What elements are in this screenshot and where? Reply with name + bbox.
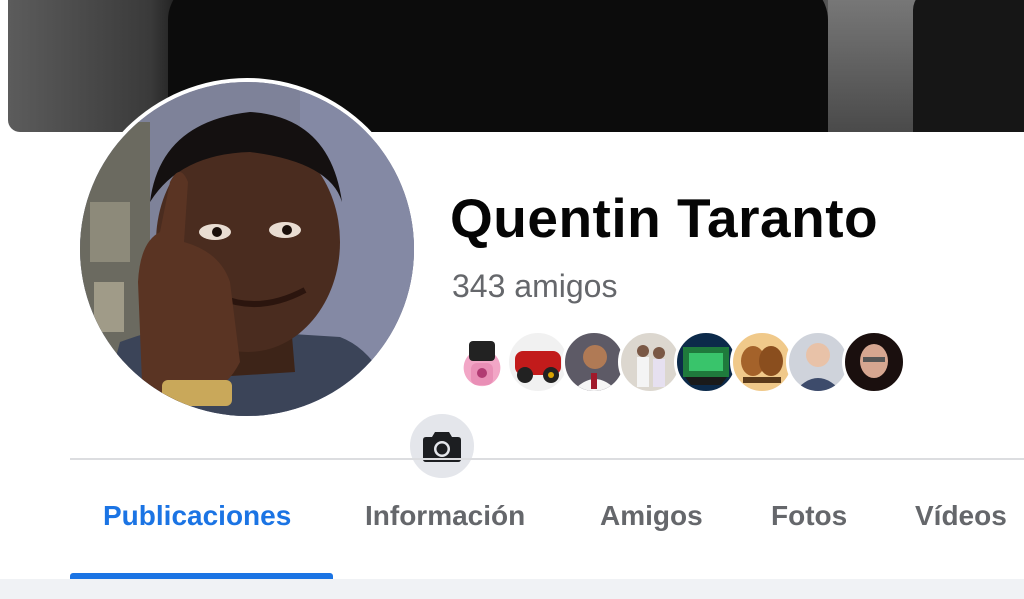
friend-avatar-image	[515, 351, 561, 383]
friend-avatar[interactable]	[618, 330, 682, 394]
friend-avatar-image	[860, 344, 888, 378]
camera-button[interactable]	[406, 410, 478, 482]
profile-picture[interactable]	[80, 82, 414, 416]
friend-avatar[interactable]	[562, 330, 626, 394]
friends-count[interactable]: 343 amigos	[452, 268, 617, 305]
friend-avatar-image	[741, 346, 783, 383]
tab-informacion[interactable]: Información	[365, 500, 525, 532]
friend-avatar[interactable]	[674, 330, 738, 394]
profile-picture-frame	[76, 78, 478, 482]
friend-avatar-image	[469, 341, 495, 385]
friend-avatar-image	[795, 343, 841, 391]
friend-avatar[interactable]	[842, 330, 906, 394]
cover-photo-figure-right	[913, 0, 1024, 132]
cover-photo-background	[828, 0, 918, 132]
profile-picture-image	[80, 82, 414, 416]
friend-avatars-row[interactable]	[450, 330, 910, 396]
friend-avatar[interactable]	[786, 330, 850, 394]
friend-avatar[interactable]	[506, 330, 570, 394]
friend-avatar-image	[683, 347, 729, 385]
content-background	[0, 579, 1024, 599]
tab-amigos[interactable]: Amigos	[600, 500, 703, 532]
tab-fotos[interactable]: Fotos	[771, 500, 847, 532]
friend-avatar-image	[637, 345, 665, 387]
profile-name: Quentin Taranto	[450, 187, 879, 249]
section-divider	[70, 458, 1024, 460]
tab-publicaciones[interactable]: Publicaciones	[103, 500, 291, 532]
tab-videos[interactable]: Vídeos	[915, 500, 1007, 532]
friend-avatar[interactable]	[730, 330, 794, 394]
friend-avatar[interactable]	[450, 330, 514, 394]
friend-avatar-image	[573, 345, 617, 391]
